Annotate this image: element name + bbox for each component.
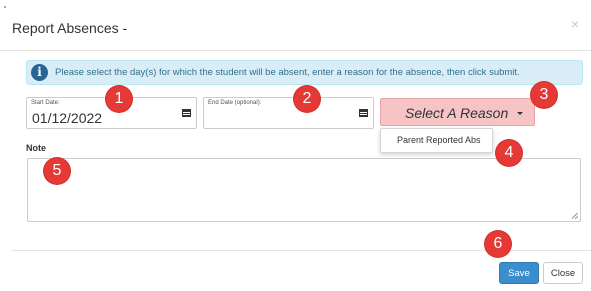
start-date-label: Start Date: bbox=[31, 100, 60, 106]
info-icon: i bbox=[31, 64, 48, 81]
select-reason-label: Select A Reason bbox=[405, 105, 509, 121]
end-date-label: End Date (optional): bbox=[208, 100, 262, 106]
dialog-title: Report Absences - bbox=[12, 20, 128, 36]
info-message: Please select the day(s) for which the s… bbox=[55, 67, 520, 78]
report-absences-dialog: Report Absences - × i Please select the … bbox=[0, 0, 591, 291]
note-textarea[interactable] bbox=[27, 158, 581, 222]
annotation-marker-4: 4 bbox=[496, 140, 522, 166]
close-button[interactable]: Close bbox=[543, 262, 583, 284]
note-label: Note bbox=[26, 143, 46, 153]
close-icon[interactable]: × bbox=[571, 16, 579, 32]
save-button[interactable]: Save bbox=[499, 262, 539, 284]
reason-dropdown-menu: Parent Reported Abs bbox=[380, 128, 493, 153]
calendar-icon[interactable] bbox=[182, 109, 191, 117]
calendar-icon[interactable] bbox=[359, 109, 368, 117]
caret-down-icon bbox=[517, 112, 523, 115]
start-date-value[interactable]: 01/12/2022 bbox=[32, 110, 102, 126]
resize-handle[interactable] bbox=[572, 213, 578, 219]
select-reason-dropdown[interactable]: Select A Reason bbox=[380, 98, 535, 126]
annotation-marker-6: 6 bbox=[485, 231, 511, 257]
end-date-field[interactable]: End Date (optional): bbox=[203, 97, 374, 129]
reason-option[interactable]: Parent Reported Abs bbox=[397, 135, 481, 145]
annotation-marker-5: 5 bbox=[44, 158, 70, 184]
dialog-header: Report Absences - × bbox=[0, 0, 591, 51]
annotation-marker-3: 3 bbox=[531, 82, 557, 108]
info-alert: i Please select the day(s) for which the… bbox=[26, 60, 583, 85]
annotation-marker-1: 1 bbox=[106, 86, 132, 112]
annotation-marker-2: 2 bbox=[294, 86, 320, 112]
